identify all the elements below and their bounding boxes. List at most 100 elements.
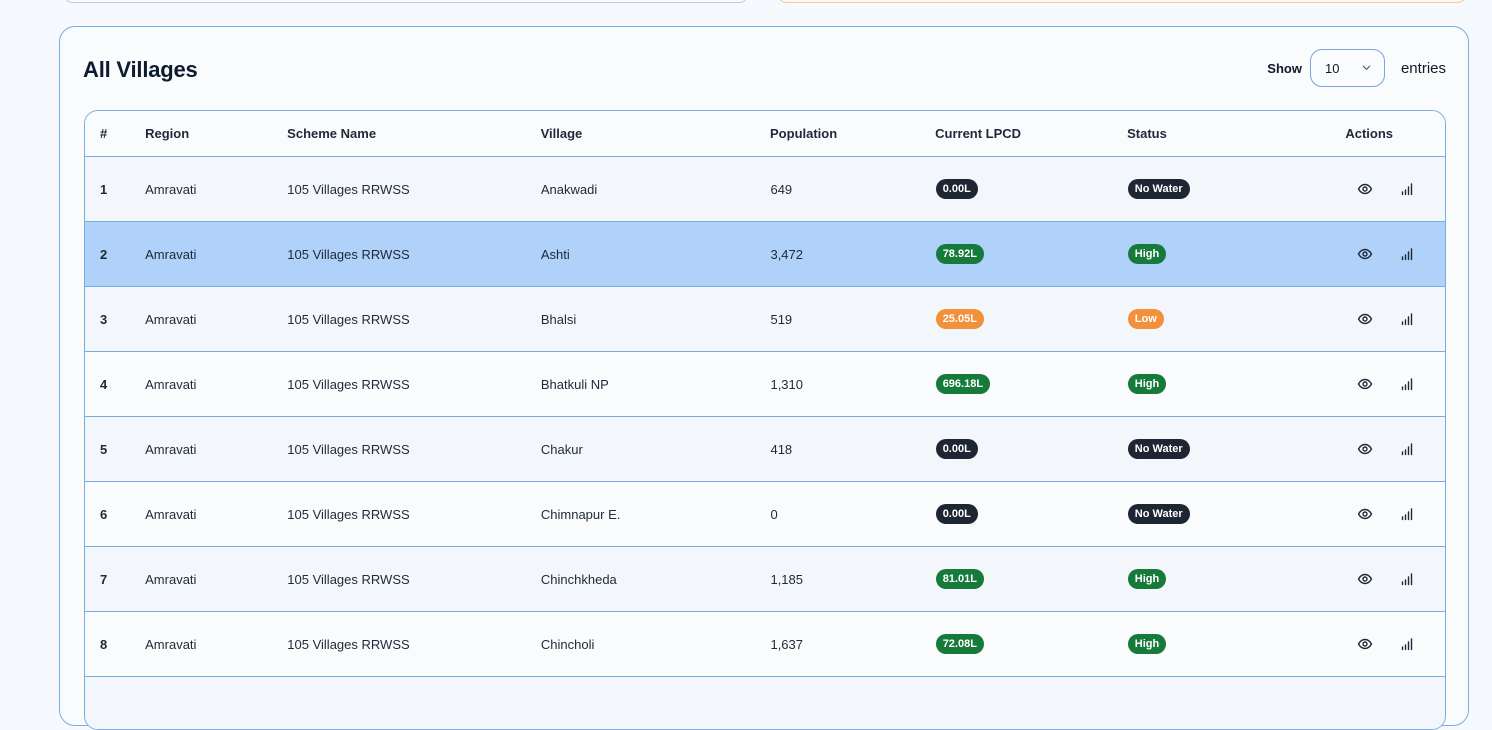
cell-population: 0 <box>770 506 778 522</box>
bar-chart-icon[interactable] <box>1399 311 1415 327</box>
cell-actions <box>1280 441 1445 457</box>
lpcd-badge: 0.00L <box>935 179 978 199</box>
table-row[interactable]: 5 Amravati 105 Villages RRWSS Chakur 418 0.00… <box>85 417 1445 482</box>
lpcd-badge: 81.01L <box>935 569 984 589</box>
bar-chart-icon[interactable] <box>1399 376 1415 392</box>
eye-icon[interactable] <box>1357 246 1373 262</box>
status-badge: High <box>1127 634 1167 654</box>
cell-num: 4 <box>100 376 108 392</box>
cell-village: Chincholi <box>540 636 595 652</box>
header-scheme-name[interactable]: Scheme Name <box>287 126 540 141</box>
entries-select[interactable]: 10 <box>1309 49 1385 87</box>
cell-current-lpcd: 0.00L <box>935 179 1128 199</box>
header-status[interactable]: Status <box>1127 126 1279 141</box>
lpcd-badge: 0.00L <box>935 439 978 459</box>
cell-village: Chinchkheda <box>540 571 617 587</box>
table-row[interactable]: 2 Amravati 105 Villages RRWSS Ashti 3,472 78.… <box>85 222 1445 287</box>
status-badge: No Water <box>1127 504 1190 524</box>
header-region[interactable]: Region <box>145 126 287 141</box>
eye-icon[interactable] <box>1357 376 1373 392</box>
eye-icon[interactable] <box>1357 441 1373 457</box>
status-badge: No Water <box>1127 179 1190 199</box>
cell-region: Amravati <box>145 506 197 522</box>
cell-scheme-name: 105 Villages RRWSS <box>287 571 410 587</box>
cell-current-lpcd: 696.18L <box>935 374 1128 394</box>
eye-icon[interactable] <box>1357 506 1373 522</box>
cell-population: 418 <box>770 441 793 457</box>
cell-num: 8 <box>100 636 108 652</box>
bar-chart-icon[interactable] <box>1399 246 1415 262</box>
cell-village: Anakwadi <box>540 181 598 197</box>
bar-chart-icon[interactable] <box>1399 506 1415 522</box>
cell-population: 1,637 <box>770 636 804 652</box>
table-row[interactable]: 8 Amravati 105 Villages RRWSS Chincholi 1,63… <box>85 612 1445 677</box>
status-badge: High <box>1127 244 1167 264</box>
cell-actions <box>1280 376 1445 392</box>
header-actions: Actions <box>1345 126 1394 141</box>
cell-status: No Water <box>1127 439 1280 459</box>
header-population[interactable]: Population <box>770 126 935 141</box>
cell-region: Amravati <box>145 246 197 262</box>
cell-village: Bhalsi <box>540 311 577 327</box>
top-card-left <box>62 0 750 3</box>
cell-current-lpcd: 25.05L <box>935 309 1128 329</box>
page-gutter <box>1469 0 1492 690</box>
cell-num: 5 <box>100 441 108 457</box>
cell-population: 1,310 <box>770 376 804 392</box>
cell-region: Amravati <box>145 441 197 457</box>
lpcd-badge: 0.00L <box>935 504 978 524</box>
panel-title: All Villages <box>83 57 198 82</box>
eye-icon[interactable] <box>1357 636 1373 652</box>
status-badge: High <box>1127 569 1167 589</box>
status-badge: High <box>1127 374 1167 394</box>
eye-icon[interactable] <box>1357 181 1373 197</box>
cell-village: Chimnapur E. <box>540 506 621 522</box>
bar-chart-icon[interactable] <box>1399 181 1415 197</box>
cell-status: No Water <box>1127 504 1280 524</box>
header-village[interactable]: Village <box>541 126 770 141</box>
cell-region: Amravati <box>145 571 197 587</box>
cell-scheme-name: 105 Villages RRWSS <box>287 506 410 522</box>
eye-icon[interactable] <box>1357 311 1373 327</box>
table-row[interactable]: 3 Amravati 105 Villages RRWSS Bhalsi 519 25.0… <box>85 287 1445 352</box>
bar-chart-icon[interactable] <box>1399 636 1415 652</box>
table-row[interactable]: 1 Amravati 105 Villages RRWSS Anakwadi 649 0.… <box>85 157 1445 222</box>
cell-actions <box>1280 181 1445 197</box>
cell-actions <box>1280 506 1445 522</box>
lpcd-badge: 72.08L <box>935 634 984 654</box>
eye-icon[interactable] <box>1357 571 1373 587</box>
status-badge: No Water <box>1127 439 1190 459</box>
table-row[interactable] <box>85 677 1445 729</box>
table-row[interactable]: 7 Amravati 105 Villages RRWSS Chinchkheda 1,… <box>85 547 1445 612</box>
cell-actions <box>1280 311 1445 327</box>
cell-village: Bhatkuli NP <box>540 376 609 392</box>
header-current-lpcd[interactable]: Current LPCD <box>935 126 1127 141</box>
cell-status: High <box>1127 634 1280 654</box>
cell-actions <box>1280 571 1445 587</box>
cell-population: 649 <box>770 181 793 197</box>
cell-population: 1,185 <box>770 571 804 587</box>
cell-scheme-name: 105 Villages RRWSS <box>287 376 410 392</box>
entries-control: Show 10 entries <box>1267 49 1446 87</box>
lpcd-badge: 696.18L <box>935 374 991 394</box>
table-row[interactable]: 4 Amravati 105 Villages RRWSS Bhatkuli NP 1,… <box>85 352 1445 417</box>
all-villages-panel: All Villages Show 10 entries # Region Sc… <box>59 26 1469 730</box>
bar-chart-icon[interactable] <box>1399 571 1415 587</box>
cell-status: No Water <box>1127 179 1280 199</box>
entries-label: entries <box>1400 59 1446 77</box>
chevron-down-icon <box>1361 61 1372 76</box>
cell-population: 519 <box>770 311 793 327</box>
cell-num: 1 <box>100 181 108 197</box>
lpcd-badge: 78.92L <box>935 244 984 264</box>
cell-actions <box>1280 636 1445 652</box>
top-card-right <box>776 0 1468 3</box>
cell-population: 3,472 <box>770 246 804 262</box>
bar-chart-icon[interactable] <box>1399 441 1415 457</box>
header-num[interactable]: # <box>85 126 145 141</box>
cell-current-lpcd: 81.01L <box>935 569 1128 589</box>
cell-actions <box>1280 246 1445 262</box>
table-row[interactable]: 6 Amravati 105 Villages RRWSS Chimnapur E. 0… <box>85 482 1445 547</box>
cell-num: 3 <box>100 311 108 327</box>
cell-status: High <box>1127 244 1280 264</box>
cell-scheme-name: 105 Villages RRWSS <box>287 246 410 262</box>
